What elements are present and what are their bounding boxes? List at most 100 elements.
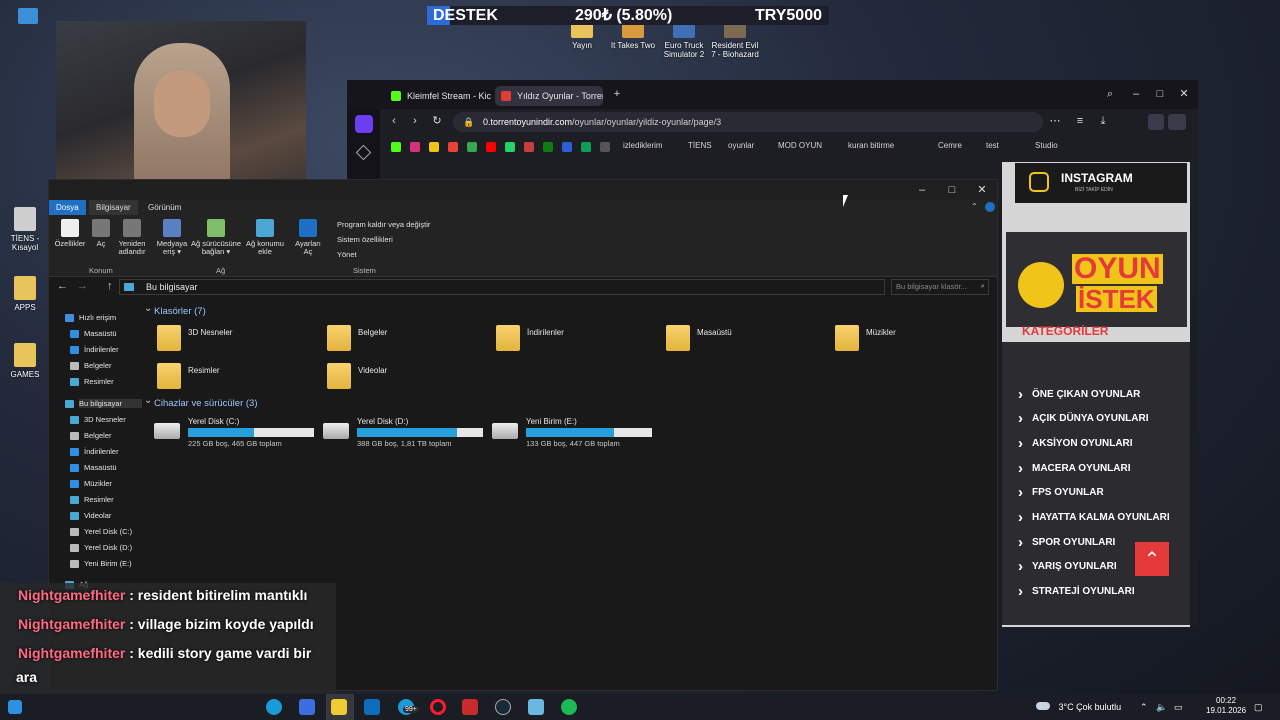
extensions-icon[interactable]: ⋯: [1048, 114, 1062, 128]
bookmark-oyunlar[interactable]: oyunlar: [728, 141, 754, 150]
media-access-button[interactable]: Medyaya eriş ▾: [155, 219, 189, 256]
category-item[interactable]: STRATEJİ OYUNLARI: [1018, 583, 1135, 600]
speed-dial-icon[interactable]: [355, 144, 372, 161]
opera-icon[interactable]: [430, 699, 446, 715]
close-button[interactable]: ✕: [975, 183, 989, 197]
bookmark-icon[interactable]: [429, 142, 439, 152]
app-icon[interactable]: [299, 699, 315, 715]
spotify-icon[interactable]: [561, 699, 577, 715]
forward-icon[interactable]: ›: [408, 114, 422, 128]
tab-bilgisayar[interactable]: Bilgisayar: [89, 200, 138, 215]
nav-item[interactable]: İndirilenler: [70, 447, 119, 456]
help-icon[interactable]: [985, 202, 995, 212]
back-icon[interactable]: ‹: [387, 114, 401, 128]
category-item[interactable]: SPOR OYUNLARI: [1018, 534, 1115, 551]
category-item[interactable]: MACERA OYUNLARI: [1018, 460, 1130, 477]
folders-header[interactable]: Klasörler (7): [144, 303, 206, 317]
nav-item[interactable]: Belgeler: [70, 431, 112, 440]
drives-header[interactable]: Cihazlar ve sürücüler (3): [144, 395, 258, 409]
uninstall-program-link[interactable]: Program kaldır veya değiştir: [337, 220, 430, 229]
bookmark-kuran-bitirme[interactable]: kuran bitirme: [848, 141, 894, 150]
bookmark-icon[interactable]: [600, 142, 610, 152]
outlook-icon[interactable]: [364, 699, 380, 715]
up-icon[interactable]: ↑: [107, 280, 113, 292]
search-tabs-icon[interactable]: ⌕: [1103, 87, 1117, 101]
category-item[interactable]: AÇIK DÜNYA OYUNLARI: [1018, 410, 1148, 427]
instagram-bookmark-icon[interactable]: [410, 142, 420, 152]
url-field[interactable]: 🔒 0.torrentoyunindir.com/oyunlar/oyunlar…: [453, 112, 1043, 132]
maximize-button[interactable]: □: [945, 183, 959, 197]
maximize-button[interactable]: □: [1153, 87, 1167, 101]
bookmark-test[interactable]: test: [986, 141, 999, 150]
bookmark-izlediklerim[interactable]: izlediklerim: [623, 141, 663, 150]
scroll-to-top-button[interactable]: ⌃: [1135, 542, 1169, 576]
obs-like-icon[interactable]: [462, 699, 478, 715]
map-drive-button[interactable]: Ağ sürücüsüne bağlan ▾: [189, 219, 243, 256]
desktop-corner-icon[interactable]: [18, 8, 38, 24]
open-settings-button[interactable]: Ayarları Aç: [293, 219, 323, 256]
apps-bookmark-icon[interactable]: [467, 142, 477, 152]
oyun-istek-banner[interactable]: OYUN İSTEK: [1006, 232, 1187, 327]
tab-gorunum[interactable]: Görünüm: [141, 200, 188, 215]
nav-item[interactable]: Yeni Birim (E:): [70, 559, 132, 568]
category-item[interactable]: YARIŞ OYUNLARI: [1018, 558, 1117, 575]
category-item[interactable]: FPS OYUNLAR: [1018, 484, 1104, 501]
ai-icon[interactable]: [1168, 114, 1186, 130]
kick-bookmark-icon[interactable]: [391, 142, 401, 152]
folder-pictures[interactable]: Resimler: [157, 363, 307, 395]
nav-item[interactable]: Masaüstü: [70, 463, 117, 472]
bookmark-tiens[interactable]: TİENS: [688, 141, 712, 150]
desktop-icon-euro-truck[interactable]: Euro Truck Simulator 2: [658, 20, 710, 59]
tumblr-bookmark-icon[interactable]: [524, 142, 534, 152]
desktop-icon-tiens[interactable]: TİENS - Kısayol: [0, 207, 50, 252]
nav-item[interactable]: Resimler: [70, 495, 114, 504]
network-icon[interactable]: ▭: [1174, 694, 1183, 720]
tab-yildiz-oyunlar[interactable]: Yıldız Oyunlar - Torrent O: [495, 86, 603, 106]
edge-icon[interactable]: [266, 699, 282, 715]
collapse-ribbon-icon[interactable]: ⌃: [971, 202, 978, 211]
start-icon[interactable]: [8, 700, 22, 714]
nav-this-pc[interactable]: Bu bilgisayar: [65, 399, 142, 408]
weather-widget[interactable]: 3°C Çok bulutlu: [1036, 694, 1121, 720]
profile-icon[interactable]: [1148, 114, 1164, 130]
properties-button[interactable]: Özellikler: [53, 219, 87, 248]
category-item[interactable]: AKSİYON OYUNLARI: [1018, 435, 1133, 452]
add-network-location-button[interactable]: Ağ konumu ekle: [243, 219, 287, 256]
gmail-bookmark-icon[interactable]: [448, 142, 458, 152]
nav-item[interactable]: Yerel Disk (D:): [70, 543, 132, 552]
xbox-bookmark-icon[interactable]: [543, 142, 553, 152]
home-icon[interactable]: [355, 115, 373, 133]
tray-chevron-icon[interactable]: ⌃: [1140, 694, 1148, 720]
folder-music[interactable]: Müzikler: [835, 325, 985, 357]
category-item[interactable]: ÖNE ÇIKAN OYUNLAR: [1018, 386, 1140, 403]
clock[interactable]: 00:22 19.01.2026: [1206, 696, 1246, 716]
tab-dosya[interactable]: Dosya: [49, 200, 86, 215]
notification-icon[interactable]: ▢: [1254, 694, 1263, 720]
folder-videos[interactable]: Videolar: [327, 363, 477, 395]
volume-icon[interactable]: 🔈: [1156, 694, 1167, 720]
steam-icon[interactable]: [495, 699, 511, 715]
rename-button[interactable]: Yeniden adlandır: [115, 219, 149, 256]
folder-desktop[interactable]: Masaüstü: [666, 325, 816, 357]
reload-icon[interactable]: ↻: [430, 114, 444, 128]
category-item[interactable]: HAYATTA KALMA OYUNLARI: [1018, 509, 1170, 526]
open-button[interactable]: Aç: [89, 219, 113, 248]
nav-item[interactable]: Belgeler: [70, 361, 112, 370]
system-properties-link[interactable]: Sistem özellikleri: [337, 235, 393, 244]
youtube-bookmark-icon[interactable]: [486, 142, 496, 152]
forward-icon[interactable]: →: [77, 280, 88, 292]
desktop-icon-games[interactable]: GAMES: [0, 343, 50, 379]
instagram-banner[interactable]: INSTAGRAM BİZİ TAKİP EDİN: [1015, 163, 1187, 203]
nav-quick-access[interactable]: Hızlı erişim: [65, 313, 116, 322]
nav-item[interactable]: Yerel Disk (C:): [70, 527, 132, 536]
back-icon[interactable]: ←: [57, 280, 68, 292]
drive-e[interactable]: Yeni Birim (E:) 133 GB boş, 447 GB topla…: [492, 417, 662, 449]
new-tab-button[interactable]: +: [610, 87, 624, 101]
bookmark-cemre[interactable]: Cemre: [938, 141, 962, 150]
nav-item[interactable]: 3D Nesneler: [70, 415, 126, 424]
nav-item[interactable]: Müzikler: [70, 479, 112, 488]
bookmark-studio[interactable]: Studio: [1035, 141, 1058, 150]
tab-kick[interactable]: Kleimfel Stream - Kick Da: [385, 86, 491, 106]
minimize-button[interactable]: –: [915, 183, 929, 197]
menu-icon[interactable]: ≡: [1073, 114, 1087, 128]
